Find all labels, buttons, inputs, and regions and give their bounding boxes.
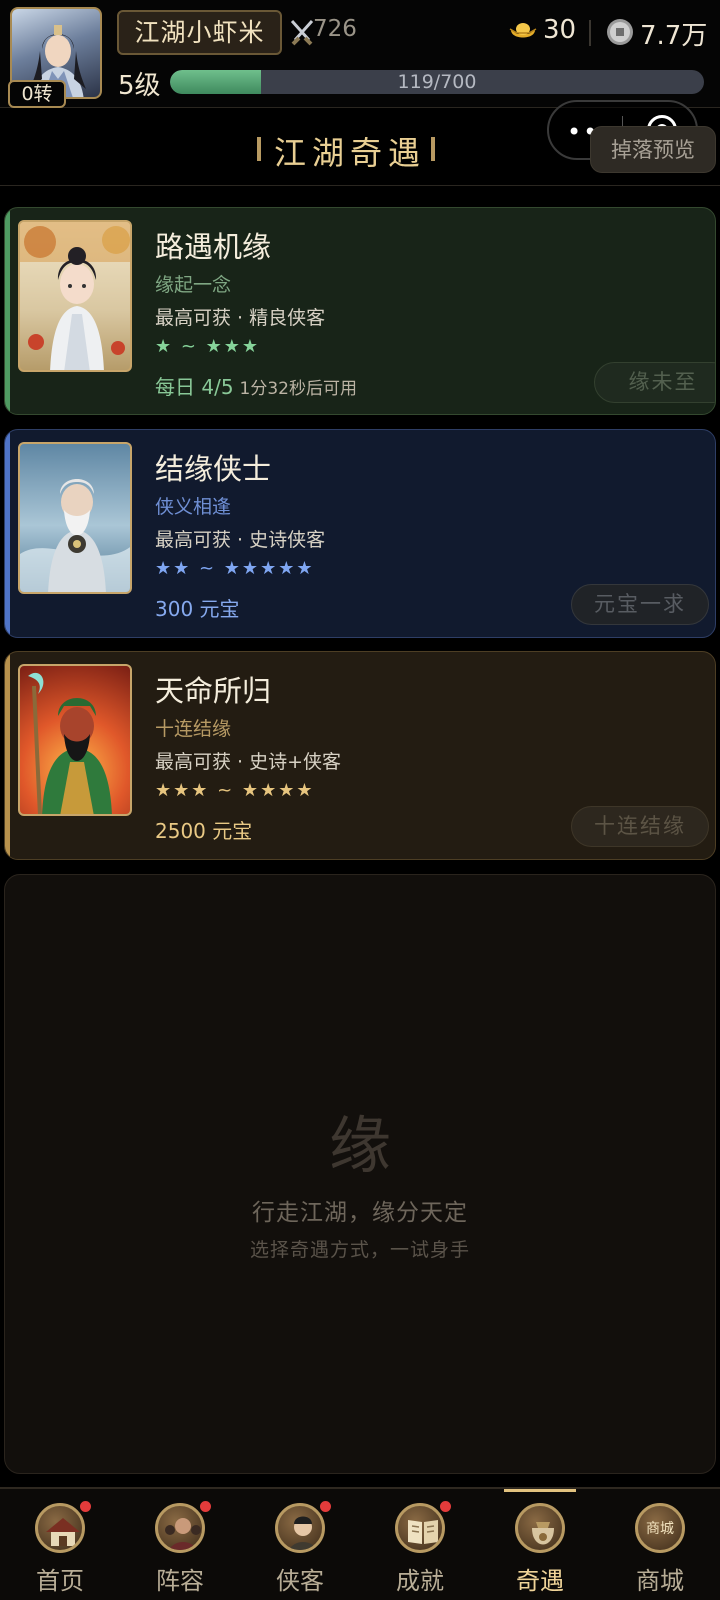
- card-subtitle: 十连结缘: [155, 718, 232, 740]
- card-cost: 每日 4/5 1分32秒后可用: [155, 371, 357, 400]
- encounter-card-destiny[interactable]: 天命所归 十连结缘 最高可获 · 史诗+侠客 ★★★ ~ ★★★★ 2500 元…: [4, 651, 716, 860]
- player-level: 5级: [118, 71, 161, 101]
- bag-icon: [515, 1503, 565, 1553]
- encounter-button-disabled[interactable]: 缘未至: [594, 362, 715, 403]
- nav-label: 成就: [396, 1567, 444, 1595]
- card-title: 天命所归: [155, 674, 272, 708]
- card-subtitle: 侠义相逢: [155, 496, 232, 518]
- nav-item-home[interactable]: 首页: [0, 1489, 120, 1600]
- card-cost: 300 元宝: [155, 597, 240, 621]
- drop-preview-button[interactable]: 掉落预览: [590, 126, 716, 173]
- card-accent-bar: [5, 430, 10, 637]
- daily-count: 每日 4/5: [155, 375, 234, 399]
- book-icon: [395, 1503, 445, 1553]
- nav-label: 侠客: [276, 1567, 324, 1595]
- fate-glyph: 缘: [328, 1109, 391, 1182]
- title-right-ornament: [431, 137, 435, 161]
- nav-item-heroes[interactable]: 侠客: [240, 1489, 360, 1600]
- copper-coin-icon: [607, 19, 633, 45]
- card-art-lady: [18, 220, 132, 372]
- card-star-range: ★★ ~ ★★★★★: [155, 558, 315, 579]
- card-art-sage: [18, 442, 132, 594]
- nav-active-indicator: [504, 1489, 576, 1492]
- card-title: 路遇机缘: [155, 230, 272, 264]
- ingot-draw-button[interactable]: 元宝一求: [571, 584, 709, 625]
- nav-item-shop[interactable]: 商城 商城: [600, 1489, 720, 1600]
- cooldown-text: 1分32秒后可用: [239, 379, 357, 399]
- card-star-range: ★★★ ~ ★★★★: [155, 780, 315, 801]
- nav-label: 商城: [636, 1567, 684, 1595]
- encounter-card-hero[interactable]: 结缘侠士 侠义相逢 最高可获 · 史诗侠客 ★★ ~ ★★★★★ 300 元宝 …: [4, 429, 716, 638]
- card-accent-bar: [5, 652, 10, 859]
- card-reward: 最高可获 · 史诗侠客: [155, 529, 326, 551]
- home-icon: [35, 1503, 85, 1553]
- top-header: 0转 江湖小虾米 726 30 7.7万 5级 119/700: [0, 0, 720, 108]
- ingot-count: 30: [543, 15, 577, 45]
- currency-divider: [589, 20, 591, 46]
- result-panel: 缘 行走江湖，缘分天定 选择奇遇方式，一试身手: [4, 874, 716, 1474]
- gold-ingot-icon: [509, 23, 537, 38]
- rebirth-badge: 0转: [8, 80, 66, 108]
- player-name[interactable]: 江湖小虾米: [117, 10, 282, 55]
- nav-label: 首页: [36, 1567, 84, 1595]
- notification-dot: [438, 1499, 453, 1514]
- nav-item-lineup[interactable]: 阵容: [120, 1489, 240, 1600]
- notification-dot: [318, 1499, 333, 1514]
- notification-dot: [198, 1499, 213, 1514]
- shop-icon-text: 商城: [646, 1521, 674, 1537]
- bottom-nav: 首页 阵容 侠客 成就 奇遇 商城 商城: [0, 1487, 720, 1600]
- encounter-card-chance[interactable]: 路遇机缘 缘起一念 最高可获 · 精良侠客 ★ ~ ★★★ 每日 4/5 1分32…: [4, 207, 716, 415]
- empty-hint-primary: 行走江湖，缘分天定: [252, 1200, 468, 1226]
- card-reward: 最高可获 · 史诗+侠客: [155, 751, 342, 773]
- nav-label: 阵容: [156, 1567, 204, 1595]
- card-cost: 2500 元宝: [155, 819, 253, 843]
- hero-icon: [275, 1503, 325, 1553]
- shop-icon: 商城: [635, 1503, 685, 1553]
- exp-progress-text: 119/700: [397, 71, 477, 93]
- notification-dot: [78, 1499, 93, 1514]
- lineup-icon: [155, 1503, 205, 1553]
- card-art-general: [18, 664, 132, 816]
- card-reward: 最高可获 · 精良侠客: [155, 307, 326, 329]
- crossed-swords-icon: [290, 19, 314, 46]
- exp-progress-bar: 119/700: [170, 70, 704, 94]
- nav-item-encounter[interactable]: 奇遇: [480, 1489, 600, 1600]
- ten-draw-button[interactable]: 十连结缘: [571, 806, 709, 847]
- card-subtitle: 缘起一念: [155, 274, 232, 296]
- card-star-range: ★ ~ ★★★: [155, 336, 261, 357]
- card-accent-bar: [5, 208, 10, 414]
- card-title: 结缘侠士: [155, 452, 272, 486]
- combat-power: 726: [313, 16, 357, 42]
- nav-label: 奇遇: [516, 1567, 564, 1595]
- coin-count: 7.7万: [640, 21, 708, 51]
- nav-item-achievements[interactable]: 成就: [360, 1489, 480, 1600]
- empty-hint-secondary: 选择奇遇方式，一试身手: [249, 1239, 470, 1261]
